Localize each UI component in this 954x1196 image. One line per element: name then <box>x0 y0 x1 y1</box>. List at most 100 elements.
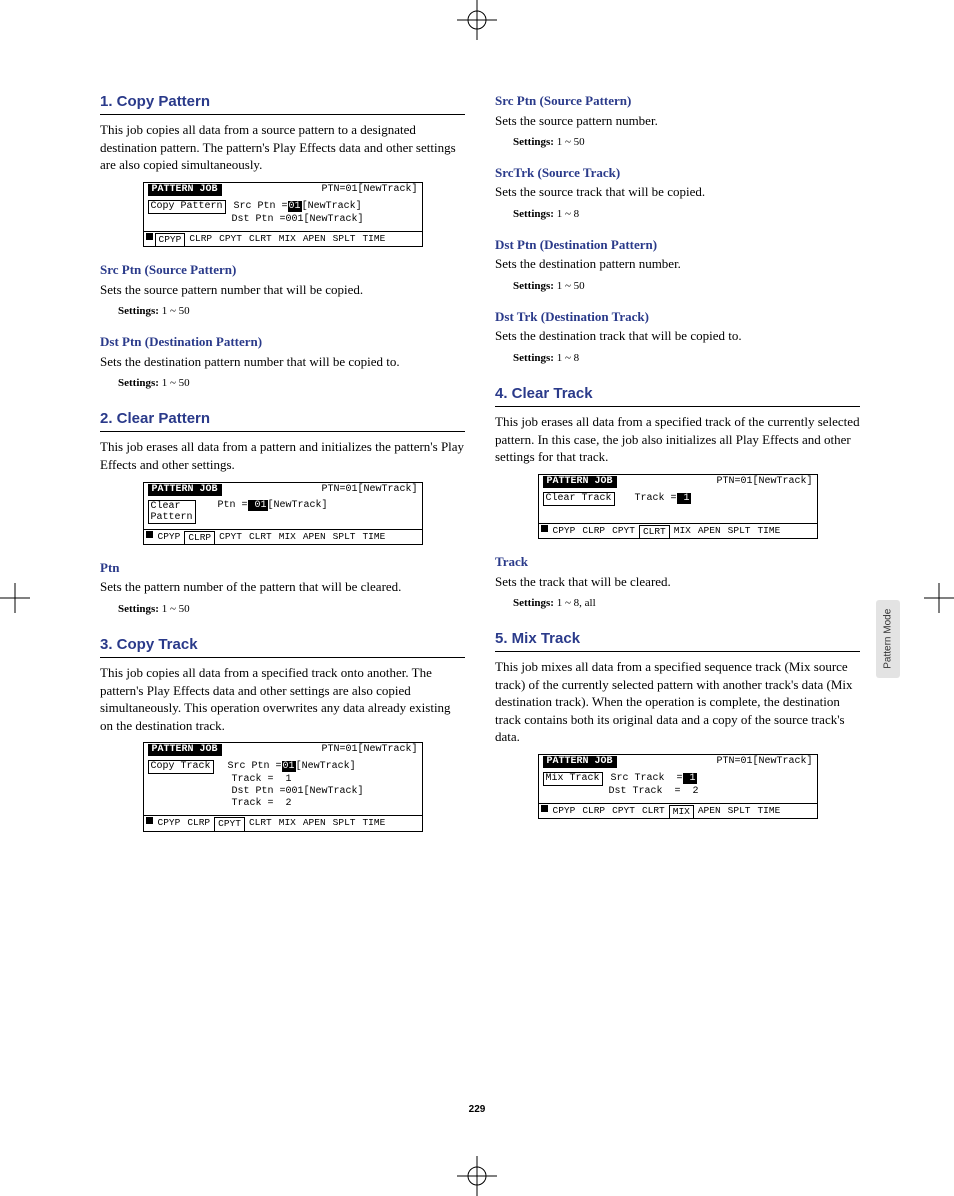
selected-marker-icon <box>541 525 548 532</box>
footer-tab: CPYP <box>155 233 186 246</box>
param-title: Track <box>495 553 860 571</box>
param-title: Dst Ptn (Destination Pattern) <box>100 333 465 351</box>
footer-tab: MIX <box>276 817 299 828</box>
screen-line-label: Track = <box>635 493 677 504</box>
param-desc: Sets the source pattern number that will… <box>100 281 465 299</box>
page-number: 229 <box>469 1103 486 1117</box>
screen-footer: CPYPCLRPCPYTCLRTMIXAPENSPLTTIME <box>144 231 422 246</box>
section-4-title: 4. Clear Track <box>495 384 860 407</box>
screen-copy-track: PATTERN JOB PTN=01[NewTrack] Copy Track … <box>143 742 423 831</box>
param-title: Src Ptn (Source Pattern) <box>495 92 860 110</box>
footer-tab: MIX <box>669 805 694 818</box>
footer-tab: CPYP <box>155 531 184 542</box>
screen-header-right: PTN=01[NewTrack] <box>321 484 417 496</box>
screen-box-label: Clear Track <box>543 492 615 506</box>
param-desc: Sets the destination track that will be … <box>495 327 860 345</box>
screen-value-inverted: 01 <box>248 500 268 511</box>
selected-marker-icon <box>541 805 548 812</box>
footer-tab: SPLT <box>725 525 754 536</box>
settings-line: Settings: 1 ~ 8, all <box>513 596 860 611</box>
footer-tab: CPYT <box>609 805 638 816</box>
footer-tab: CPYT <box>609 525 638 536</box>
param-desc: Sets the destination pattern number. <box>495 255 860 273</box>
footer-tab: MIX <box>276 233 299 244</box>
selected-marker-icon <box>146 531 153 538</box>
footer-tab: CLRP <box>579 525 608 536</box>
footer-tab: APEN <box>300 817 329 828</box>
param-desc: Sets the destination pattern number that… <box>100 353 465 371</box>
screen-box-label: Mix Track <box>543 772 603 786</box>
screen-line: Track = 1 <box>148 774 418 786</box>
footer-tab: TIME <box>359 817 388 828</box>
left-column: 1. Copy Pattern This job copies all data… <box>100 92 465 842</box>
screen-box-label: Copy Pattern <box>148 200 226 214</box>
footer-tab: CPYP <box>550 805 579 816</box>
footer-tab: TIME <box>359 233 388 244</box>
settings-line: Settings: 1 ~ 50 <box>118 376 465 391</box>
param-desc: Sets the track that will be cleared. <box>495 573 860 591</box>
footer-tab: CPYT <box>216 531 245 542</box>
section-1-title: 1. Copy Pattern <box>100 92 465 115</box>
screen-line: Dst Ptn =001[NewTrack] <box>148 214 418 226</box>
screen-footer: CPYPCLRPCPYTCLRTMIXAPENSPLTTIME <box>539 523 817 538</box>
section-4-body: This job erases all data from a specifie… <box>495 413 860 466</box>
settings-line: Settings: 1 ~ 50 <box>118 304 465 319</box>
footer-tab: APEN <box>300 233 329 244</box>
footer-tab: CLRT <box>246 233 275 244</box>
screen-value-inverted: 01 <box>288 201 302 212</box>
cropmark-right <box>924 583 954 613</box>
screen-line-label: Src Ptn = <box>234 201 288 212</box>
screen-line: Track = 2 <box>148 798 418 810</box>
screen-footer: CPYPCLRPCPYTCLRTMIXAPENSPLTTIME <box>144 529 422 544</box>
screen-tab: PATTERN JOB <box>148 744 222 756</box>
screen-line-label: Src Ptn = <box>228 761 282 772</box>
footer-tab: CLRP <box>186 233 215 244</box>
param-title: Dst Trk (Destination Track) <box>495 308 860 326</box>
screen-footer: CPYPCLRPCPYTCLRTMIXAPENSPLTTIME <box>539 803 817 818</box>
param-title: Src Ptn (Source Pattern) <box>100 261 465 279</box>
footer-tab: SPLT <box>330 233 359 244</box>
page-content: 1. Copy Pattern This job copies all data… <box>100 92 860 842</box>
footer-tab: TIME <box>359 531 388 542</box>
footer-tab: TIME <box>754 525 783 536</box>
footer-tab: SPLT <box>330 817 359 828</box>
screen-tab: PATTERN JOB <box>543 476 617 488</box>
footer-tab: TIME <box>754 805 783 816</box>
section-5-title: 5. Mix Track <box>495 629 860 652</box>
footer-tab: CLRT <box>246 531 275 542</box>
selected-marker-icon <box>146 817 153 824</box>
section-2-body: This job erases all data from a pattern … <box>100 438 465 473</box>
section-3-title: 3. Copy Track <box>100 635 465 658</box>
screen-line: Dst Track = 2 <box>543 786 813 798</box>
footer-tab: CLRT <box>639 525 670 538</box>
section-1-body: This job copies all data from a source p… <box>100 121 465 174</box>
screen-line-suffix: [NewTrack] <box>296 761 356 772</box>
footer-tab: CLRP <box>184 531 215 544</box>
cropmark-top <box>457 0 497 40</box>
settings-line: Settings: 1 ~ 8 <box>513 207 860 222</box>
footer-tab: CPYP <box>155 817 184 828</box>
param-desc: Sets the pattern number of the pattern t… <box>100 578 465 596</box>
footer-tab: CLRP <box>579 805 608 816</box>
side-tab-pattern-mode: Pattern Mode <box>876 600 900 678</box>
cropmark-bottom <box>457 1156 497 1196</box>
screen-clear-track: PATTERN JOB PTN=01[NewTrack] Clear Track… <box>538 474 818 539</box>
param-desc: Sets the source track that will be copie… <box>495 183 860 201</box>
param-title: Dst Ptn (Destination Pattern) <box>495 236 860 254</box>
section-3-body: This job copies all data from a specifie… <box>100 664 465 734</box>
footer-tab: SPLT <box>330 531 359 542</box>
screen-line-suffix: [NewTrack] <box>302 201 362 212</box>
screen-footer: CPYPCLRPCPYTCLRTMIXAPENSPLTTIME <box>144 815 422 830</box>
footer-tab: APEN <box>300 531 329 542</box>
param-title: Ptn <box>100 559 465 577</box>
screen-header-right: PTN=01[NewTrack] <box>321 744 417 756</box>
footer-tab: APEN <box>695 805 724 816</box>
screen-line-label: Ptn = <box>218 500 248 511</box>
right-column: Src Ptn (Source Pattern) Sets the source… <box>495 92 860 842</box>
param-desc: Sets the source pattern number. <box>495 112 860 130</box>
selected-marker-icon <box>146 233 153 240</box>
settings-line: Settings: 1 ~ 50 <box>513 279 860 294</box>
settings-line: Settings: 1 ~ 50 <box>118 602 465 617</box>
footer-tab: CPYT <box>216 233 245 244</box>
section-2-title: 2. Clear Pattern <box>100 409 465 432</box>
